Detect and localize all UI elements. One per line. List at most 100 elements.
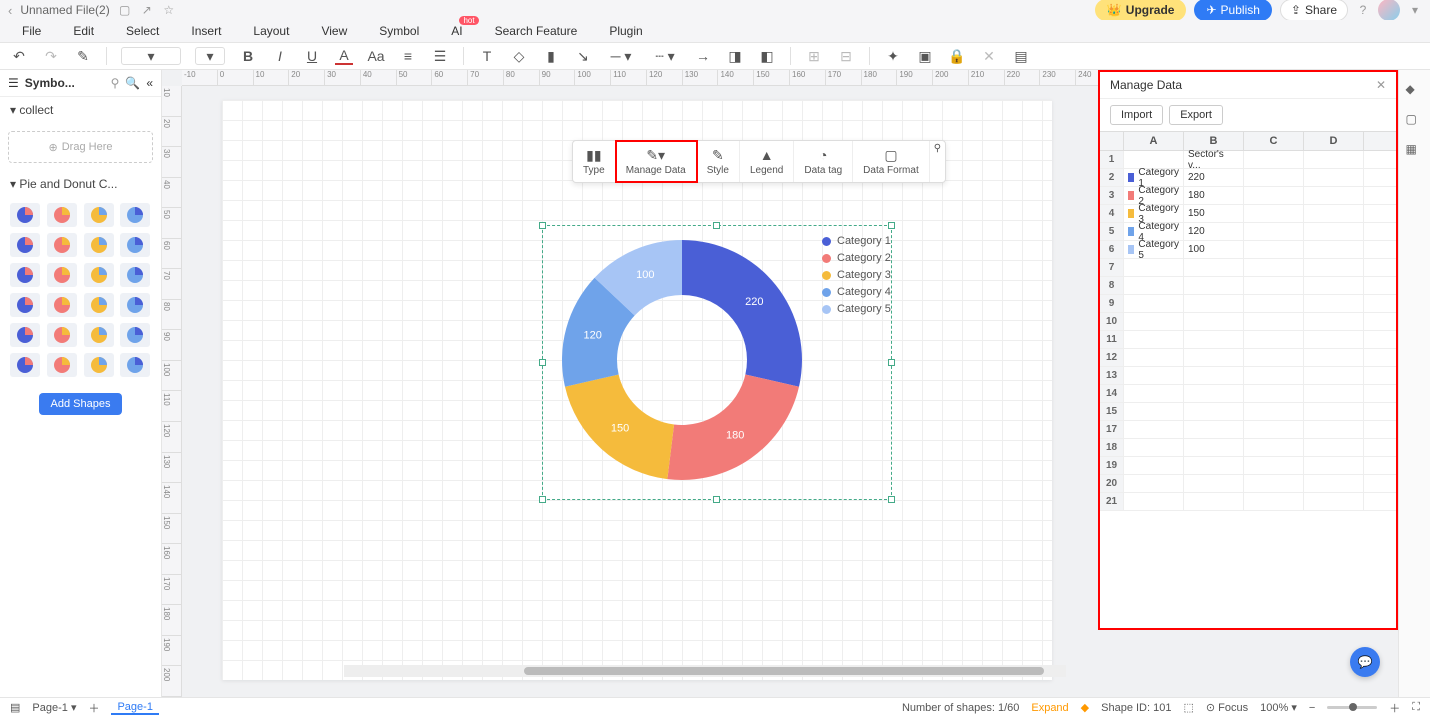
pin-toolbar-icon[interactable]: ⚲: [930, 141, 945, 182]
chart-thumb[interactable]: [47, 293, 77, 317]
help-icon[interactable]: ?: [1356, 3, 1370, 17]
zoom-level[interactable]: 100% ▾: [1260, 701, 1297, 714]
chart-thumb[interactable]: [47, 353, 77, 377]
undo-icon[interactable]: ↶: [10, 47, 28, 65]
highlight-icon[interactable]: ▮: [542, 47, 560, 65]
chart-thumb[interactable]: [120, 353, 150, 377]
chart-thumb[interactable]: [84, 263, 114, 287]
chart-thumb[interactable]: [10, 323, 40, 347]
italic-icon[interactable]: I: [271, 47, 289, 65]
page[interactable]: ▮▮Type ✎▾Manage Data ✎Style ▲Legend ◔Dat…: [222, 100, 1052, 680]
datatag-button[interactable]: ◔Data tag: [794, 141, 853, 182]
menu-icon[interactable]: ☰: [8, 76, 19, 90]
fontcolor-icon[interactable]: A: [335, 47, 353, 65]
chat-button[interactable]: 💬: [1350, 647, 1380, 677]
fill-icon[interactable]: ◇: [510, 47, 528, 65]
add-shapes-button[interactable]: Add Shapes: [39, 393, 123, 415]
menu-file[interactable]: File: [22, 24, 41, 38]
menu-layout[interactable]: Layout: [253, 24, 289, 38]
behind-icon[interactable]: ◨: [726, 47, 744, 65]
chart-thumb[interactable]: [10, 263, 40, 287]
export-button[interactable]: Export: [1169, 105, 1223, 125]
layers-icon[interactable]: ▤: [1012, 47, 1030, 65]
menu-view[interactable]: View: [321, 24, 347, 38]
focus-toggle[interactable]: ⊙ Focus: [1206, 701, 1248, 714]
import-button[interactable]: Import: [1110, 105, 1163, 125]
chart-thumb[interactable]: [10, 233, 40, 257]
group-icon[interactable]: ⊞: [805, 47, 823, 65]
page-tab[interactable]: Page-1: [111, 701, 158, 715]
search-icon[interactable]: 🔍: [125, 76, 140, 90]
collapse-icon[interactable]: «: [146, 76, 153, 90]
menu-plugin[interactable]: Plugin: [609, 24, 642, 38]
tools-icon[interactable]: ✕: [980, 47, 998, 65]
front-icon[interactable]: ◧: [758, 47, 776, 65]
donut-chart[interactable]: 220180150120100: [552, 230, 812, 493]
fullscreen-icon[interactable]: ⛶: [1412, 701, 1420, 714]
chart-thumb[interactable]: [47, 203, 77, 227]
chart-thumb[interactable]: [10, 353, 40, 377]
chart-thumb[interactable]: [47, 233, 77, 257]
grid-icon[interactable]: ▦: [1406, 142, 1424, 160]
effects-icon[interactable]: ✦: [884, 47, 902, 65]
theme-icon[interactable]: ◆: [1406, 82, 1424, 100]
menu-search[interactable]: Search Feature: [495, 24, 578, 38]
menu-symbol[interactable]: Symbol: [379, 24, 419, 38]
save-icon[interactable]: ▢: [118, 3, 132, 17]
chart-thumb[interactable]: [120, 263, 150, 287]
export-icon[interactable]: ▢: [1406, 112, 1424, 130]
fontsize-select[interactable]: ▾: [195, 47, 225, 65]
menu-ai[interactable]: AIhot: [451, 24, 462, 38]
chart-thumb[interactable]: [84, 323, 114, 347]
linestyle-select[interactable]: ─ ▾: [606, 47, 636, 65]
type-button[interactable]: ▮▮Type: [573, 141, 616, 182]
lineheight-icon[interactable]: ☰: [431, 47, 449, 65]
font-select[interactable]: ▾: [121, 47, 181, 65]
zoom-out-icon[interactable]: −: [1309, 702, 1315, 714]
text-icon[interactable]: T: [478, 47, 496, 65]
expand-link[interactable]: Expand: [1031, 702, 1068, 714]
menu-select[interactable]: Select: [126, 24, 159, 38]
caret-down-icon[interactable]: ▾: [1408, 3, 1422, 17]
ungroup-icon[interactable]: ⊟: [837, 47, 855, 65]
chart-thumb[interactable]: [120, 323, 150, 347]
page-select[interactable]: Page-1 ▾: [32, 701, 76, 714]
share-button[interactable]: ⇪ Share: [1280, 0, 1348, 21]
chart-thumb[interactable]: [10, 203, 40, 227]
data-grid[interactable]: ABCD1Sector's v...2Category 12203Categor…: [1100, 131, 1396, 511]
redo-icon[interactable]: ↷: [42, 47, 60, 65]
layers-status-icon[interactable]: ⬚: [1183, 701, 1193, 714]
chart-thumb[interactable]: [120, 293, 150, 317]
chart-thumb[interactable]: [84, 293, 114, 317]
open-icon[interactable]: ↗: [140, 3, 154, 17]
menu-edit[interactable]: Edit: [73, 24, 94, 38]
upgrade-button[interactable]: 👑 Upgrade: [1095, 0, 1187, 21]
publish-button[interactable]: ✈ Publish: [1194, 0, 1271, 21]
dashstyle-select[interactable]: ┄ ▾: [650, 47, 680, 65]
collect-section[interactable]: ▾ collect: [0, 97, 161, 123]
brush-icon[interactable]: ✎: [74, 47, 92, 65]
chart-thumb[interactable]: [84, 233, 114, 257]
avatar[interactable]: [1378, 0, 1400, 21]
zoom-in-icon[interactable]: ＋: [1389, 700, 1400, 716]
add-page-button[interactable]: ＋: [88, 700, 99, 716]
chart-thumb[interactable]: [84, 203, 114, 227]
pages-icon[interactable]: ▤: [10, 701, 20, 714]
arrow-icon[interactable]: →: [694, 47, 712, 65]
chart-thumb[interactable]: [47, 263, 77, 287]
back-icon[interactable]: ‹: [8, 3, 12, 18]
horizontal-scrollbar[interactable]: [344, 665, 1066, 677]
chart-thumb[interactable]: [47, 323, 77, 347]
manage-data-button[interactable]: ✎▾Manage Data: [616, 141, 697, 182]
style-button[interactable]: ✎Style: [697, 141, 740, 182]
chart-thumb[interactable]: [120, 233, 150, 257]
chart-thumb[interactable]: [10, 293, 40, 317]
legend-button[interactable]: ▲Legend: [740, 141, 794, 182]
pie-section[interactable]: ▾ Pie and Donut C...: [0, 171, 161, 197]
picture-icon[interactable]: ▣: [916, 47, 934, 65]
lock-icon[interactable]: 🔒: [948, 47, 966, 65]
star-icon[interactable]: ☆: [162, 3, 176, 17]
close-icon[interactable]: ✕: [1376, 78, 1386, 92]
chart-thumb[interactable]: [84, 353, 114, 377]
underline-icon[interactable]: U: [303, 47, 321, 65]
